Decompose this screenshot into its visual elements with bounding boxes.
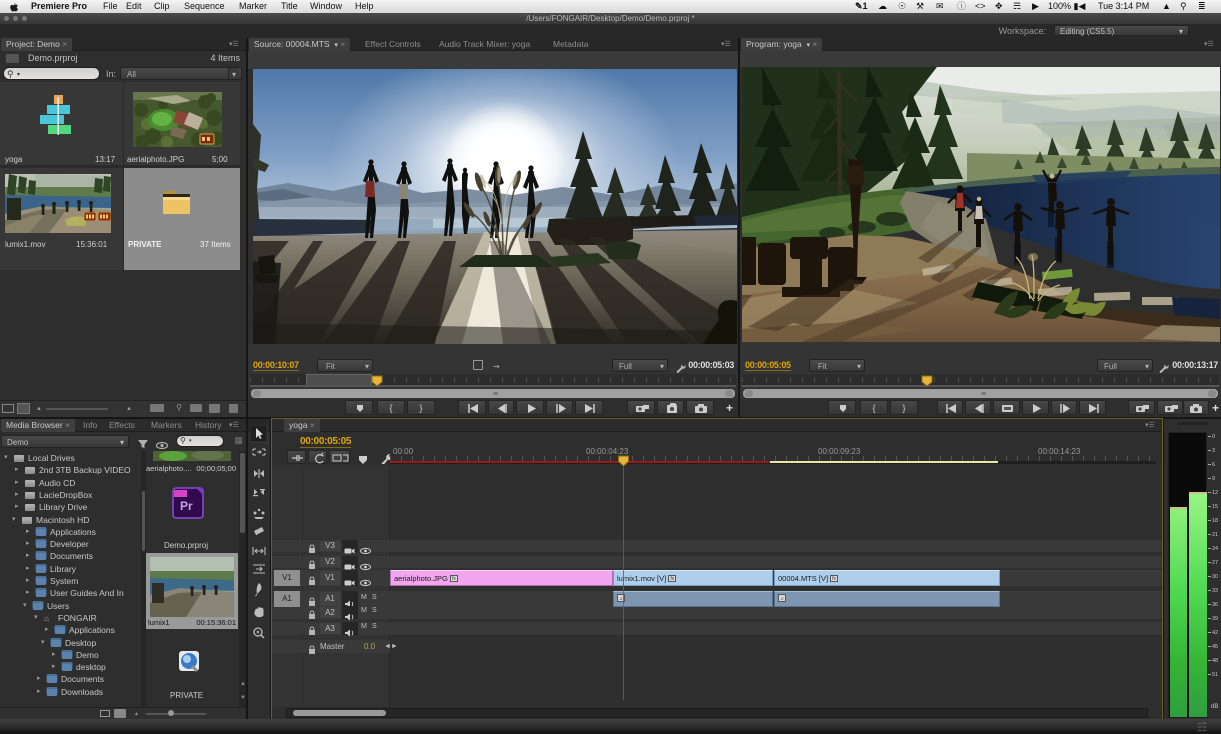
- svg-text:Pr: Pr: [180, 499, 193, 513]
